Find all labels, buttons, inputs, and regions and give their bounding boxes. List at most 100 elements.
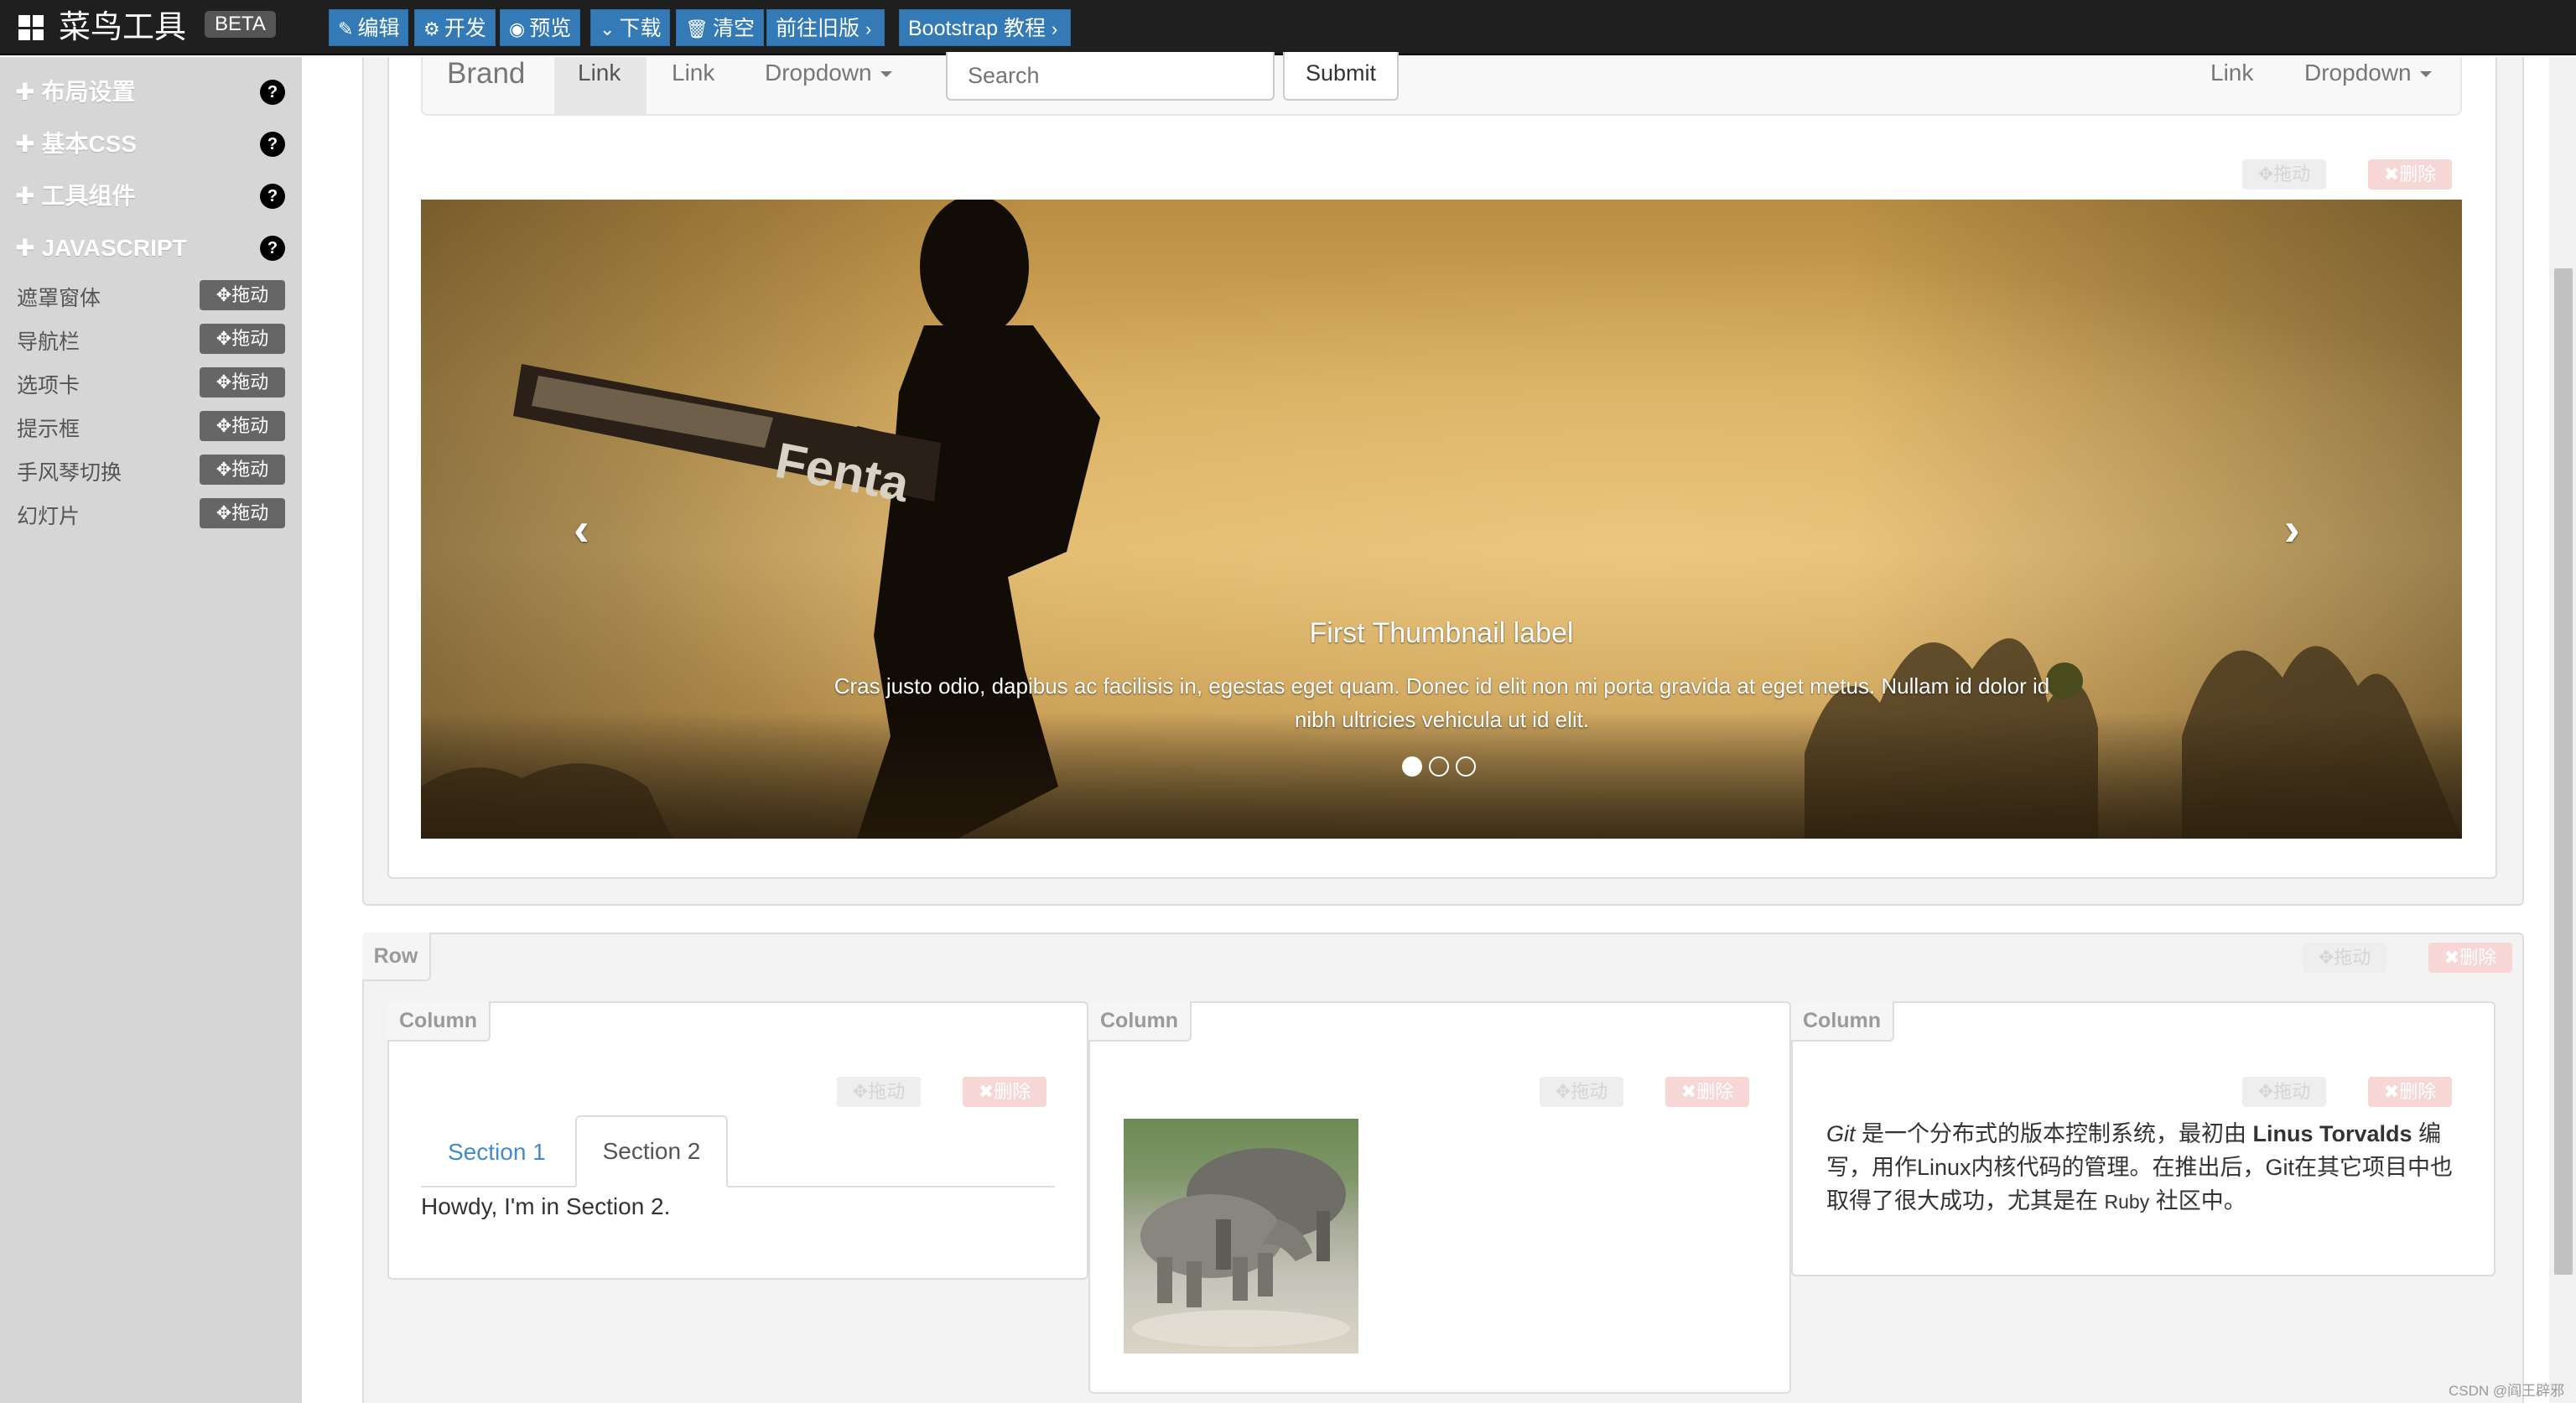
sidebar-item-tabs: 选项卡 — [17, 374, 80, 398]
sidebar-drag-button[interactable]: ✥拖动 — [200, 367, 285, 398]
develop-button-label: 开发 — [444, 17, 486, 40]
column-drag-button[interactable]: ✥拖动 — [1540, 1077, 1623, 1107]
nav-dropdown-left[interactable]: Dropdown — [765, 57, 892, 89]
ruby-word: Ruby — [2104, 1191, 2150, 1213]
drag-label: 拖动 — [2334, 947, 2371, 968]
download-button-label: 下载 — [619, 17, 662, 40]
caret-down-icon — [2419, 71, 2432, 78]
demo-navbar — [421, 57, 2462, 116]
search-input[interactable] — [946, 52, 1275, 101]
rhino-photo — [1132, 1148, 1350, 1347]
row-drag-button[interactable]: ✥拖动 — [2303, 943, 2386, 973]
navbar-brand[interactable]: Brand — [447, 55, 525, 92]
plus-icon: ✚ — [15, 131, 35, 157]
column-drag-button[interactable]: ✥拖动 — [837, 1077, 921, 1107]
sidebar-section-label: 工具组件 — [41, 183, 136, 209]
drag-label: 拖动 — [2273, 164, 2311, 184]
scrollbar-thumb[interactable] — [2554, 268, 2573, 1275]
move-icon: ✥ — [2257, 164, 2274, 184]
rhino-image — [1124, 1119, 1358, 1354]
column-label: Column — [1791, 1001, 1895, 1042]
git-word: Git — [1826, 1121, 1856, 1146]
close-icon: ✖ — [1680, 1081, 1697, 1102]
sidebar-drag-button[interactable]: ✥拖动 — [200, 324, 285, 354]
column-delete-button[interactable]: ✖删除 — [1665, 1077, 1749, 1107]
watermark: CSDN @阎王辟邪 — [2449, 1383, 2565, 1399]
plus-icon: ✚ — [15, 183, 35, 209]
sidebar-section-label: JAVASCRIPT — [41, 235, 187, 261]
move-icon: ✥ — [2257, 1081, 2274, 1102]
carousel-drag-button[interactable]: ✥拖动 — [2242, 159, 2326, 190]
submit-button[interactable]: Submit — [1283, 52, 1399, 101]
column-delete-button[interactable]: ✖删除 — [2368, 1077, 2452, 1107]
move-icon: ✥ — [216, 459, 232, 480]
develop-button[interactable]: ⚙ 开发 — [414, 9, 496, 46]
drag-label: 拖动 — [2273, 1081, 2311, 1102]
help-icon[interactable]: ? — [260, 236, 285, 261]
carousel-delete-button[interactable]: ✖删除 — [2368, 159, 2452, 190]
close-icon: ✖ — [2444, 947, 2460, 968]
edit-icon: ✎ — [338, 18, 354, 39]
sidebar-drag-button[interactable]: ✥拖动 — [200, 498, 285, 528]
sidebar-section-layout[interactable]: ✚ 布局设置 — [15, 75, 135, 109]
column-delete-button[interactable]: ✖删除 — [963, 1077, 1046, 1107]
git-text-part: 是一个分布式的版本控制系统，最初由 — [1855, 1121, 2253, 1146]
edit-button-label: 编辑 — [357, 17, 400, 40]
help-icon[interactable]: ? — [260, 132, 285, 157]
plus-icon: ✚ — [15, 235, 35, 261]
tab-content: Howdy, I'm in Section 2. — [421, 1193, 671, 1219]
linus-name: Linus Torvalds — [2252, 1121, 2412, 1146]
carousel-indicator[interactable] — [1402, 756, 1422, 777]
delete-label: 删除 — [2459, 947, 2497, 968]
carousel: Fenta ‹ › First Thumbnail label Cras jus… — [421, 200, 2462, 839]
download-button[interactable]: ⌄ 下载 — [590, 9, 671, 46]
preview-button[interactable]: ◉ 预览 — [500, 9, 581, 46]
sidebar-section-javascript[interactable]: ✚ JAVASCRIPT — [15, 231, 187, 265]
move-icon: ✥ — [2318, 947, 2334, 968]
tab-section-1[interactable]: Section 1 — [448, 1139, 546, 1166]
old-version-button[interactable]: 前往旧版 › — [766, 9, 886, 46]
old-version-button-label: 前往旧版 — [776, 17, 860, 40]
nav-link[interactable]: Link — [672, 57, 714, 89]
sidebar-section-basic-css[interactable]: ✚ 基本CSS — [15, 127, 137, 161]
carousel-caption-text: Cras justo odio, dapibus ac facilisis in… — [834, 673, 2050, 732]
download-icon: ⌄ — [600, 18, 615, 39]
row-label: Row — [362, 933, 431, 981]
nav-link-right[interactable]: Link — [2210, 57, 2253, 89]
help-icon[interactable]: ? — [260, 80, 285, 105]
delete-label: 删除 — [994, 1081, 1031, 1102]
row-delete-button[interactable]: ✖删除 — [2428, 943, 2512, 973]
carousel-next-icon[interactable]: › — [2284, 501, 2300, 556]
drag-label: 拖动 — [231, 415, 269, 436]
nav-link-active[interactable]: Link — [578, 57, 621, 89]
sidebar-section-components[interactable]: ✚ 工具组件 — [15, 179, 135, 213]
tab-section-2[interactable]: Section 2 — [575, 1115, 728, 1187]
help-icon[interactable]: ? — [260, 184, 285, 209]
sidebar-drag-button[interactable]: ✥拖动 — [200, 280, 285, 310]
carousel-indicator[interactable] — [1456, 756, 1476, 777]
logo-grid-icon — [18, 15, 44, 40]
sidebar-drag-button[interactable]: ✥拖动 — [200, 411, 285, 441]
sidebar-item-tooltip: 提示框 — [17, 418, 80, 441]
close-icon: ✖ — [2383, 164, 2400, 184]
sidebar-item-carousel: 幻灯片 — [17, 505, 80, 528]
beta-badge: BETA — [205, 11, 276, 38]
git-paragraph: Git 是一个分布式的版本控制系统，最初由 Linus Torvalds 编写，… — [1826, 1117, 2472, 1219]
carousel-indicator[interactable] — [1429, 756, 1449, 777]
edit-button[interactable]: ✎ 编辑 — [329, 9, 409, 46]
move-icon: ✥ — [216, 415, 232, 436]
bootstrap-tutorial-button[interactable]: Bootstrap 教程 › — [899, 9, 1072, 46]
carousel-caption-title: First Thumbnail label — [1309, 617, 1574, 649]
sidebar-item-accordion: 手风琴切换 — [17, 461, 122, 485]
column-drag-button[interactable]: ✥拖动 — [2242, 1077, 2326, 1107]
column-label: Column — [387, 1001, 491, 1042]
caret-down-icon — [880, 71, 892, 78]
carousel-prev-icon[interactable]: ‹ — [574, 501, 589, 556]
sidebar-drag-button[interactable]: ✥拖动 — [200, 455, 285, 485]
tabs-border — [421, 1186, 1055, 1187]
nav-dropdown-right[interactable]: Dropdown — [2304, 57, 2432, 89]
move-icon: ✥ — [1555, 1081, 1571, 1102]
clear-button[interactable]: 🗑 清空 — [676, 9, 764, 46]
move-icon: ✥ — [216, 328, 232, 349]
drag-label: 拖动 — [868, 1081, 906, 1102]
